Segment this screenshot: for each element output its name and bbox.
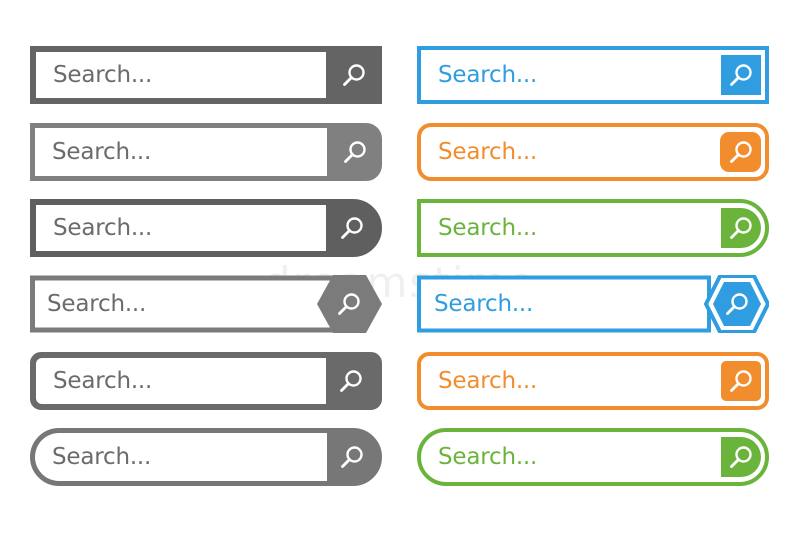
magnifier-icon <box>338 443 366 471</box>
search-bar-10[interactable]: Search... <box>417 275 769 333</box>
search-button-12[interactable] <box>721 437 761 477</box>
magnifier-icon <box>723 290 751 318</box>
search-placeholder-4: Search... <box>47 291 147 317</box>
search-placeholder-10: Search... <box>434 291 534 317</box>
magnifier-icon <box>727 214 755 242</box>
search-bar-11[interactable]: Search... <box>417 352 769 410</box>
search-button-4[interactable] <box>318 275 380 333</box>
magnifier-icon <box>727 61 755 89</box>
search-button-2[interactable] <box>327 128 382 176</box>
search-button-7[interactable] <box>721 55 761 95</box>
search-placeholder-12: Search... <box>438 444 538 470</box>
magnifier-icon <box>340 61 368 89</box>
search-bar-7[interactable]: Search... <box>417 46 769 104</box>
magnifier-icon <box>727 443 755 471</box>
search-button-9[interactable] <box>721 208 761 248</box>
search-bar-12[interactable]: Search... <box>417 428 769 486</box>
search-button-8[interactable] <box>720 132 761 172</box>
search-bar-8[interactable]: Search... <box>417 123 769 181</box>
search-bar-1[interactable]: Search... <box>30 46 382 104</box>
search-bar-3[interactable]: Search... <box>30 199 382 257</box>
magnifier-icon <box>338 214 366 242</box>
search-placeholder-3: Search... <box>53 215 153 241</box>
magnifier-icon <box>727 367 755 395</box>
search-placeholder-11: Search... <box>438 368 538 394</box>
search-button-11[interactable] <box>721 361 761 401</box>
search-placeholder-8: Search... <box>438 139 538 165</box>
search-placeholder-1: Search... <box>53 62 153 88</box>
search-bar-5[interactable]: Search... <box>30 352 382 410</box>
search-placeholder-6: Search... <box>52 444 152 470</box>
search-button-3[interactable] <box>326 205 378 251</box>
magnifier-icon <box>727 138 755 166</box>
search-bar-4[interactable]: Search... <box>30 275 382 333</box>
search-bar-9[interactable]: Search... <box>417 199 769 257</box>
search-placeholder-2: Search... <box>52 139 152 165</box>
search-bar-6[interactable]: Search... <box>30 428 382 486</box>
search-placeholder-5: Search... <box>53 368 153 394</box>
magnifier-icon <box>335 290 363 318</box>
search-button-1[interactable] <box>326 52 382 98</box>
search-button-5[interactable] <box>326 358 376 404</box>
magnifier-icon <box>337 367 365 395</box>
magnifier-icon <box>341 138 369 166</box>
search-button-6[interactable] <box>327 433 377 481</box>
search-bar-2[interactable]: Search... <box>30 123 382 181</box>
search-button-10[interactable] <box>713 282 761 326</box>
search-placeholder-9: Search... <box>438 215 538 241</box>
search-placeholder-7: Search... <box>438 62 538 88</box>
